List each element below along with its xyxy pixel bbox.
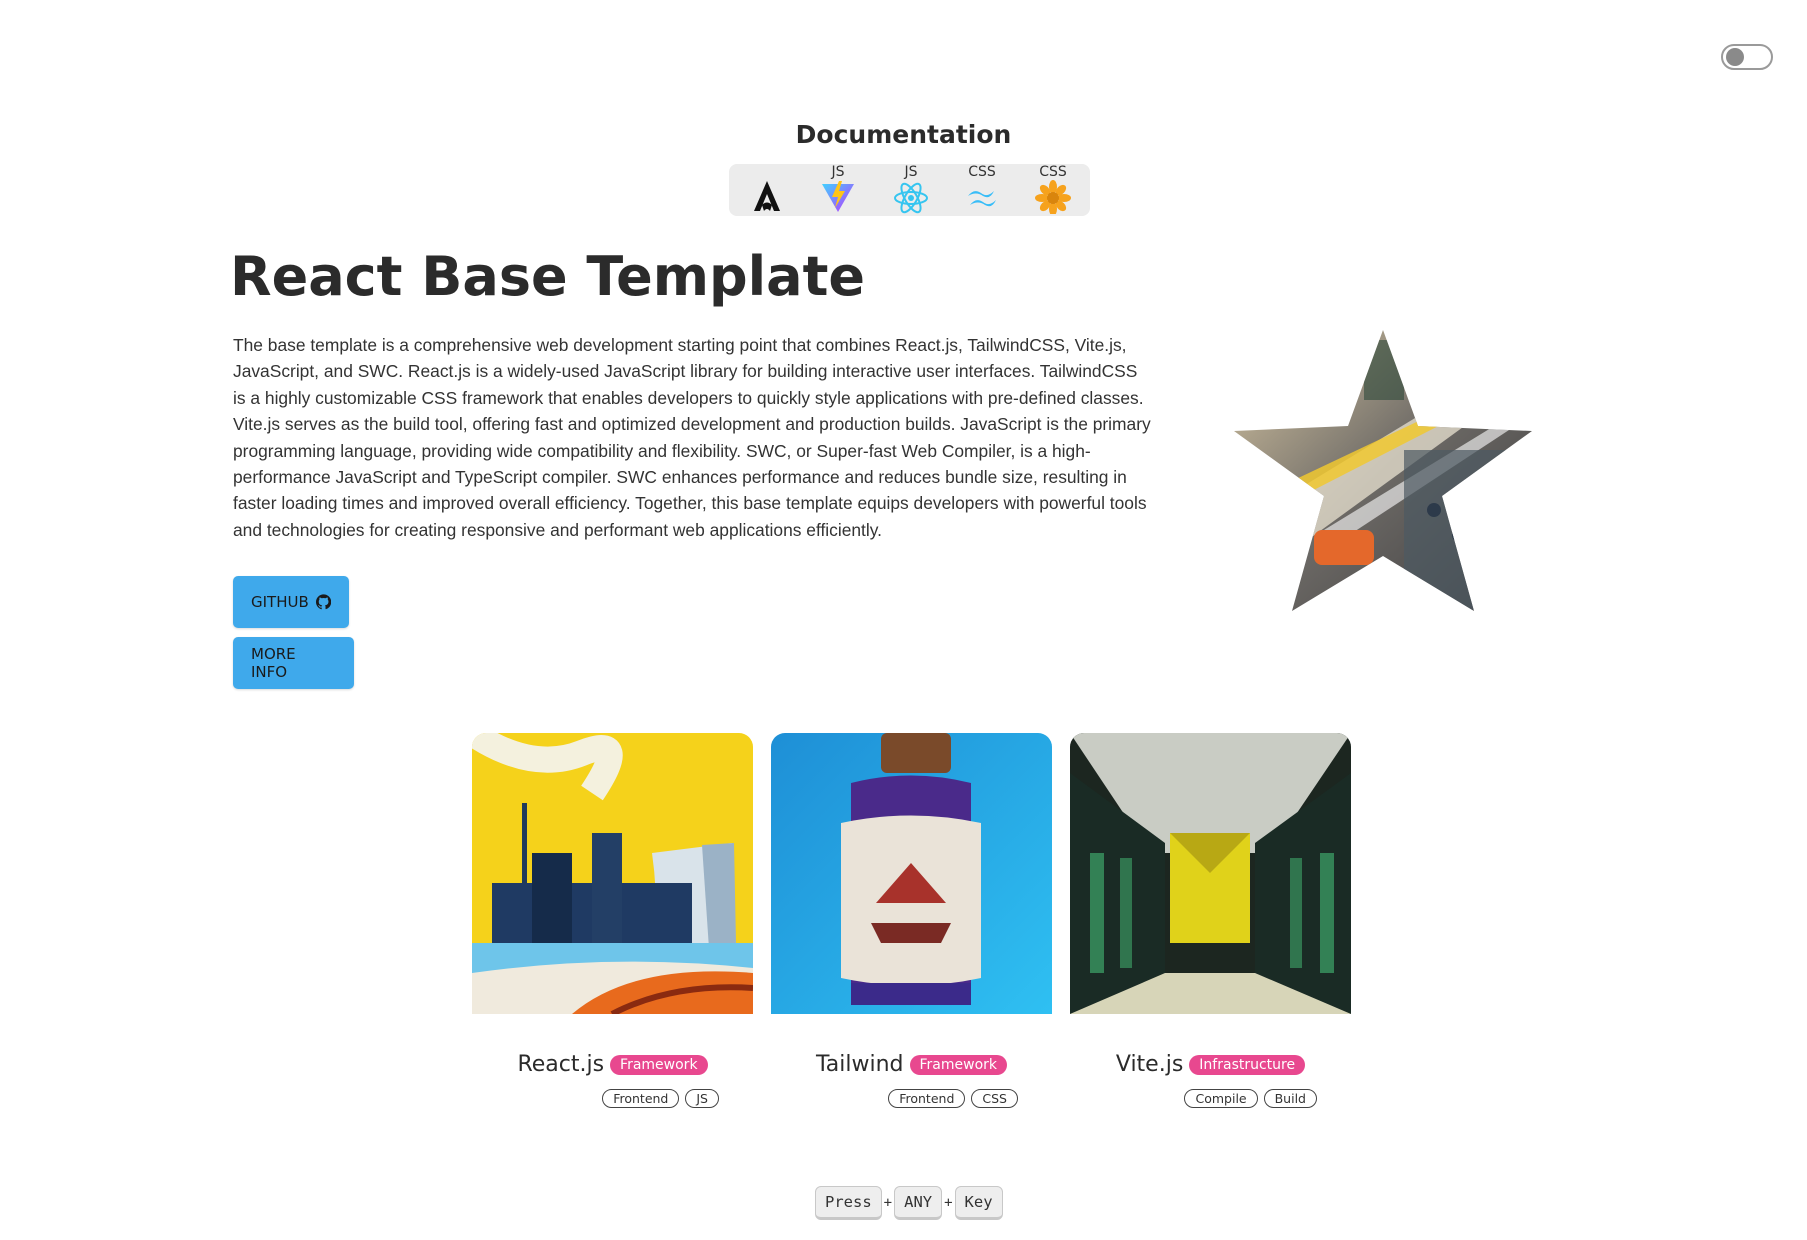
page-title: React Base Template <box>230 245 866 308</box>
card-badge: Framework <box>909 1054 1008 1075</box>
github-button[interactable]: GITHUB <box>233 576 349 628</box>
card-tag: Frontend <box>602 1089 680 1108</box>
tailwind-icon <box>968 191 996 207</box>
card-image[interactable] <box>771 733 1052 1014</box>
doc-link-daisyui[interactable]: CSS <box>1023 164 1083 216</box>
kbd-key: ANY <box>894 1186 943 1220</box>
card-badge: Framework <box>610 1054 708 1075</box>
card-react: React.js Framework Frontend JS <box>472 733 753 1108</box>
react-icon <box>894 182 928 214</box>
github-button-label: GITHUB <box>251 593 309 611</box>
astro-icon <box>754 181 780 211</box>
hero-description: The base template is a comprehensive web… <box>233 335 1151 540</box>
doc-link-react[interactable]: JS <box>881 164 941 216</box>
card-image[interactable] <box>472 733 753 1014</box>
doc-link-tailwind[interactable]: CSS <box>952 164 1012 216</box>
kbd-key: Press <box>815 1186 882 1220</box>
doc-link-vite[interactable]: JS <box>808 164 868 216</box>
doc-link-astro[interactable] <box>737 164 797 216</box>
card-title: React.js <box>517 1052 605 1077</box>
card-title: Tailwind <box>815 1052 904 1077</box>
card-tag: JS <box>685 1089 719 1108</box>
vite-icon <box>822 181 854 212</box>
card-title-row: React.js Framework <box>472 1052 753 1077</box>
card-title-row: Tailwind Framework <box>771 1052 1052 1077</box>
daisyui-icon <box>1035 180 1071 214</box>
kbd-key: Key <box>954 1186 1003 1220</box>
more-info-button[interactable]: MORE INFO <box>233 637 354 689</box>
card-tag: CSS <box>971 1089 1018 1108</box>
card-image[interactable] <box>1070 733 1351 1014</box>
card-tags: Frontend CSS <box>882 1088 1018 1108</box>
tech-stack-bar: JS JS CSS CSS <box>729 164 1090 216</box>
keyboard-shortcut-hint: Press + ANY + Key <box>815 1186 1003 1224</box>
theme-toggle[interactable] <box>1721 44 1773 70</box>
card-title: Vite.js <box>1115 1052 1184 1077</box>
kbd-plus: + <box>944 1195 953 1211</box>
card-tag: Build <box>1263 1089 1317 1108</box>
card-tag: Compile <box>1184 1089 1258 1108</box>
card-tags: Compile Build <box>1178 1088 1317 1108</box>
card-tags: Frontend JS <box>596 1088 719 1108</box>
card-vite: Vite.js Infrastructure Compile Build <box>1070 733 1351 1108</box>
more-info-button-label: MORE INFO <box>251 645 296 681</box>
kbd-plus: + <box>883 1195 893 1211</box>
toggle-knob <box>1726 48 1744 66</box>
card-badge: Infrastructure <box>1189 1054 1306 1075</box>
hero-star-image <box>1234 330 1532 611</box>
card-title-row: Vite.js Infrastructure <box>1070 1052 1351 1077</box>
card-tag: Frontend <box>888 1089 966 1108</box>
documentation-title: Documentation <box>795 120 1012 149</box>
card-tailwind: Tailwind Framework Frontend CSS <box>771 733 1052 1108</box>
github-icon <box>315 594 331 610</box>
